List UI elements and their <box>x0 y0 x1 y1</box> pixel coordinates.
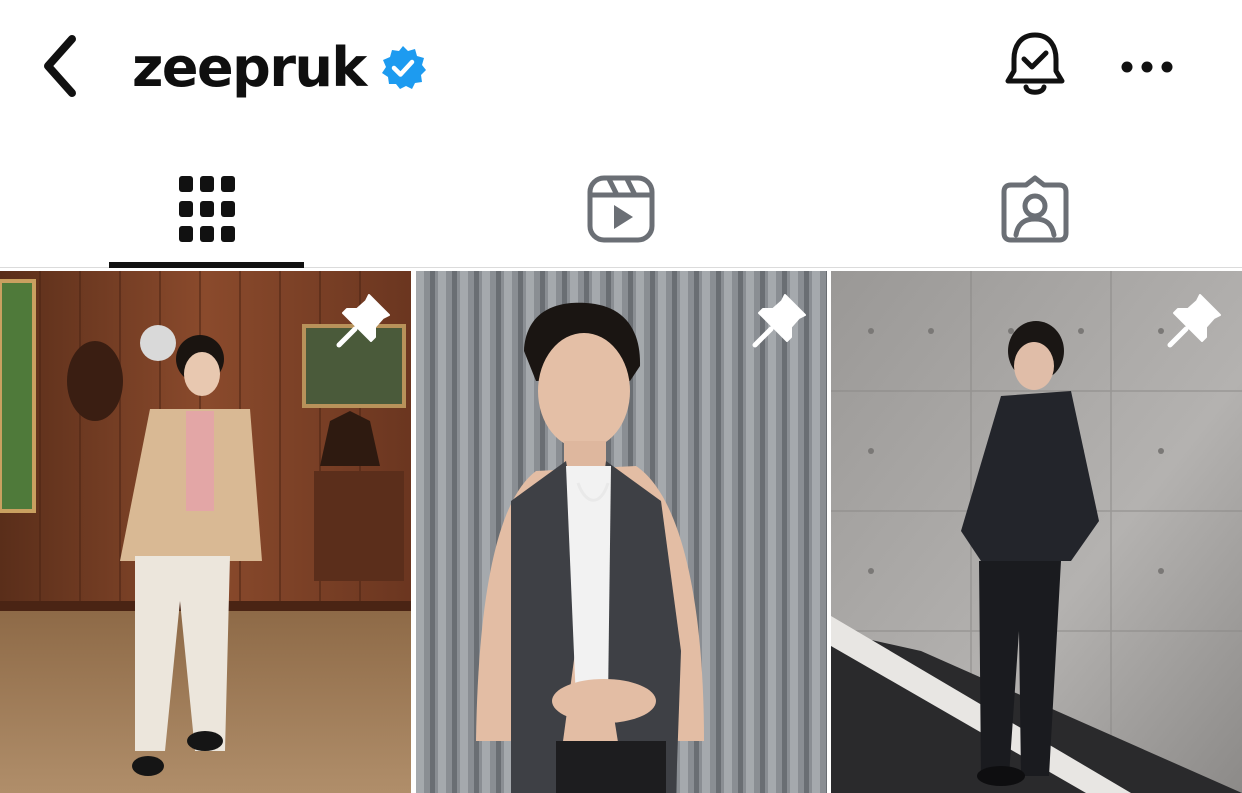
post-photo <box>831 271 1242 793</box>
bell-check-icon <box>1005 32 1065 95</box>
pin-icon <box>752 294 806 348</box>
notifications-button[interactable] <box>998 26 1072 104</box>
post-photo <box>0 271 411 793</box>
tab-reels[interactable] <box>414 150 828 268</box>
post-thumbnail[interactable] <box>831 271 1242 793</box>
post-photo <box>416 271 827 793</box>
profile-tabs <box>0 150 1242 268</box>
grid-icon <box>179 176 235 242</box>
more-horizontal-icon <box>1121 61 1173 73</box>
profile-header: zeepruk <box>0 0 1242 135</box>
post-thumbnail[interactable] <box>416 271 827 793</box>
verified-badge-icon <box>378 43 428 93</box>
tagged-icon <box>1001 175 1069 243</box>
active-tab-indicator <box>109 262 304 268</box>
back-button[interactable] <box>30 30 90 102</box>
tab-posts-grid[interactable] <box>0 150 414 268</box>
username-block: zeepruk <box>132 28 428 108</box>
pin-icon <box>336 294 390 348</box>
profile-username: zeepruk <box>132 36 367 99</box>
pin-icon <box>1167 294 1221 348</box>
chevron-left-icon <box>44 35 76 97</box>
post-thumbnail[interactable] <box>0 271 411 793</box>
reels-icon <box>587 175 655 243</box>
more-options-button[interactable] <box>1112 42 1182 92</box>
posts-grid <box>0 271 1242 793</box>
tab-tagged[interactable] <box>828 150 1242 268</box>
